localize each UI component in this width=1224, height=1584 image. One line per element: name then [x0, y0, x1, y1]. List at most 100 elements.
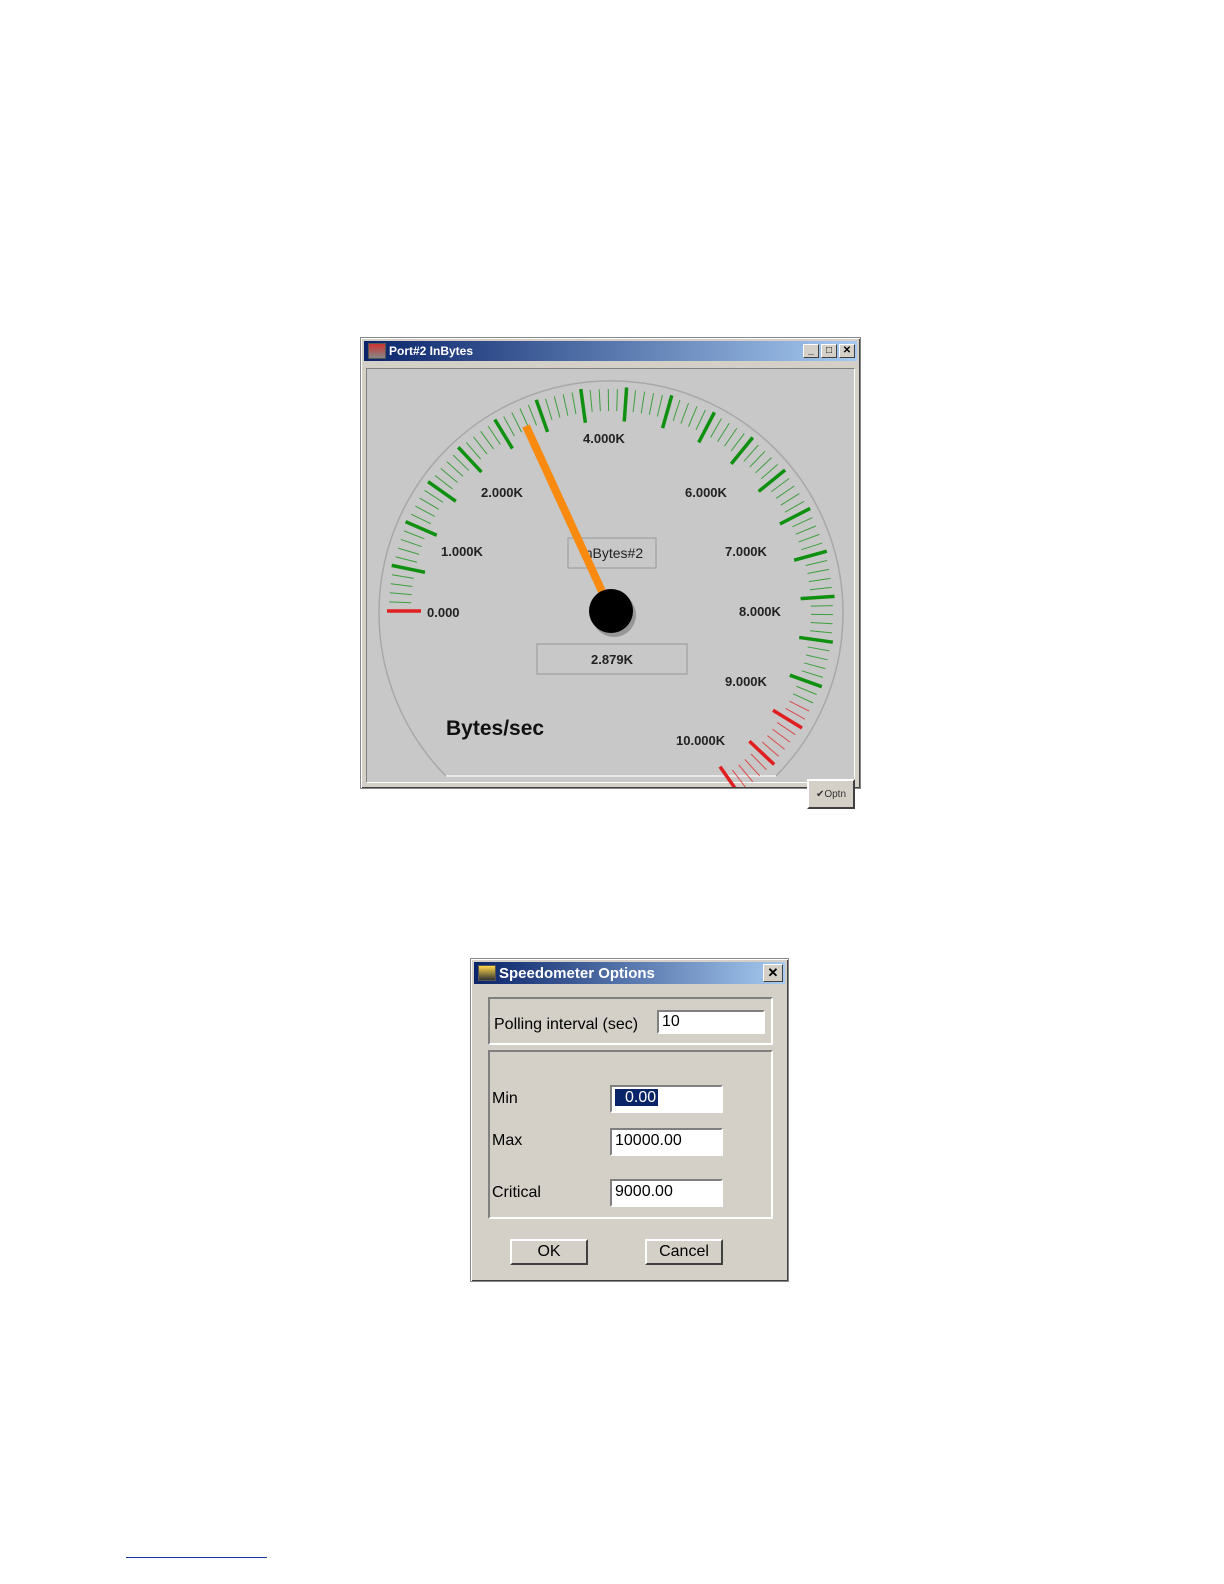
- major-tick: [579, 388, 588, 423]
- minor-tick: [545, 398, 553, 421]
- gauge-window: Port#2 InBytes _ □ ✕ InBytes#2 0.000 1.0…: [360, 337, 861, 809]
- dialog-icon: [478, 965, 496, 981]
- gauge-window-titlebar[interactable]: Port#2 InBytes _ □ ✕: [364, 341, 857, 361]
- major-tick: [456, 445, 483, 474]
- tick-label: 7.000K: [725, 544, 768, 559]
- major-tick: [772, 708, 803, 730]
- minor-tick: [397, 547, 420, 555]
- tick-label: 8.000K: [739, 604, 782, 619]
- major-tick: [800, 594, 835, 601]
- minor-tick: [795, 525, 817, 535]
- minor-tick: [738, 764, 754, 783]
- minor-tick: [415, 505, 435, 517]
- major-tick: [493, 418, 514, 450]
- speedometer-options-dialog: Speedometer Options ✕ Polling interval (…: [470, 958, 789, 1282]
- tick-label: 6.000K: [685, 485, 728, 500]
- major-tick: [757, 468, 787, 493]
- ok-button[interactable]: OK: [510, 1239, 588, 1265]
- minor-tick: [767, 735, 785, 750]
- minor-tick: [688, 406, 698, 427]
- minor-tick: [710, 418, 722, 438]
- close-button[interactable]: ✕: [839, 344, 855, 358]
- dialog-close-button[interactable]: ✕: [763, 964, 783, 982]
- major-tick: [391, 563, 426, 575]
- major-tick: [789, 673, 823, 689]
- cancel-button[interactable]: Cancel: [645, 1239, 723, 1265]
- minor-tick: [390, 583, 413, 587]
- polling-label: Polling interval (sec): [494, 1016, 639, 1033]
- footnote-separator: [126, 1557, 267, 1558]
- tick-label: 10.000K: [676, 733, 726, 748]
- minor-tick: [695, 409, 706, 431]
- minor-tick: [809, 586, 832, 591]
- critical-input[interactable]: 9000.00: [610, 1179, 723, 1207]
- gauge-hub: [589, 589, 633, 633]
- minor-tick: [391, 574, 414, 579]
- max-label: Max: [492, 1132, 523, 1149]
- tick-label: 4.000K: [583, 431, 626, 446]
- min-label: Min: [492, 1090, 518, 1107]
- minor-tick: [446, 461, 464, 477]
- minor-tick: [480, 430, 494, 450]
- minor-tick: [571, 392, 577, 415]
- minor-tick: [772, 728, 791, 743]
- critical-label: Critical: [492, 1184, 541, 1201]
- minor-tick: [717, 422, 730, 443]
- minor-tick: [784, 500, 805, 513]
- minor-tick: [775, 485, 795, 499]
- minor-tick: [400, 538, 422, 548]
- major-tick: [748, 739, 776, 766]
- minor-tick: [410, 513, 432, 525]
- minor-tick: [562, 394, 569, 416]
- min-input-value: 0.00: [615, 1089, 659, 1106]
- minor-tick: [632, 390, 637, 413]
- minor-tick: [640, 391, 646, 414]
- window-title: Port#2 InBytes: [389, 344, 474, 358]
- minor-tick: [389, 592, 412, 596]
- minor-tick: [656, 394, 663, 417]
- minor-tick: [810, 622, 833, 625]
- minor-tick: [792, 517, 813, 528]
- minor-tick: [749, 450, 766, 468]
- minor-tick: [598, 389, 601, 412]
- major-tick: [697, 411, 716, 444]
- minor-tick: [789, 700, 810, 712]
- gauge-units: Bytes/sec: [446, 717, 544, 740]
- minor-tick: [807, 568, 830, 575]
- maximize-button[interactable]: □: [821, 344, 837, 358]
- tick-label: 2.000K: [481, 485, 524, 500]
- minor-tick: [527, 404, 538, 426]
- min-input[interactable]: 0.00: [610, 1085, 723, 1113]
- minor-tick: [403, 530, 425, 540]
- major-tick: [798, 635, 834, 644]
- dialog-title: Speedometer Options: [499, 964, 655, 982]
- minor-tick: [755, 457, 772, 474]
- minor-tick: [616, 389, 618, 412]
- minor-tick: [589, 389, 593, 412]
- minor-tick: [809, 630, 832, 634]
- minor-tick: [808, 577, 831, 583]
- dialog-titlebar[interactable]: Speedometer Options ✕: [474, 962, 785, 984]
- major-tick: [793, 549, 828, 562]
- minor-tick: [804, 662, 826, 670]
- major-tick: [622, 387, 629, 422]
- minor-tick: [798, 533, 820, 543]
- polling-interval-input[interactable]: 10: [657, 1010, 765, 1034]
- minor-tick: [511, 412, 523, 433]
- minor-tick: [801, 542, 823, 551]
- tick-label: 9.000K: [725, 674, 768, 689]
- max-input[interactable]: 10000.00: [610, 1128, 723, 1156]
- options-button-label: Optn: [824, 788, 847, 800]
- minor-tick: [810, 605, 833, 607]
- minor-tick: [389, 601, 412, 604]
- tick-label: 0.000: [427, 605, 460, 620]
- minor-tick: [785, 707, 806, 720]
- minor-tick: [395, 556, 418, 563]
- minor-tick: [440, 468, 459, 483]
- minor-tick: [744, 759, 761, 777]
- minimize-button[interactable]: _: [803, 344, 819, 358]
- tick-label: 1.000K: [441, 544, 484, 559]
- major-tick: [427, 480, 457, 503]
- minor-tick: [780, 493, 800, 506]
- options-button[interactable]: ✔ Optn: [807, 779, 855, 809]
